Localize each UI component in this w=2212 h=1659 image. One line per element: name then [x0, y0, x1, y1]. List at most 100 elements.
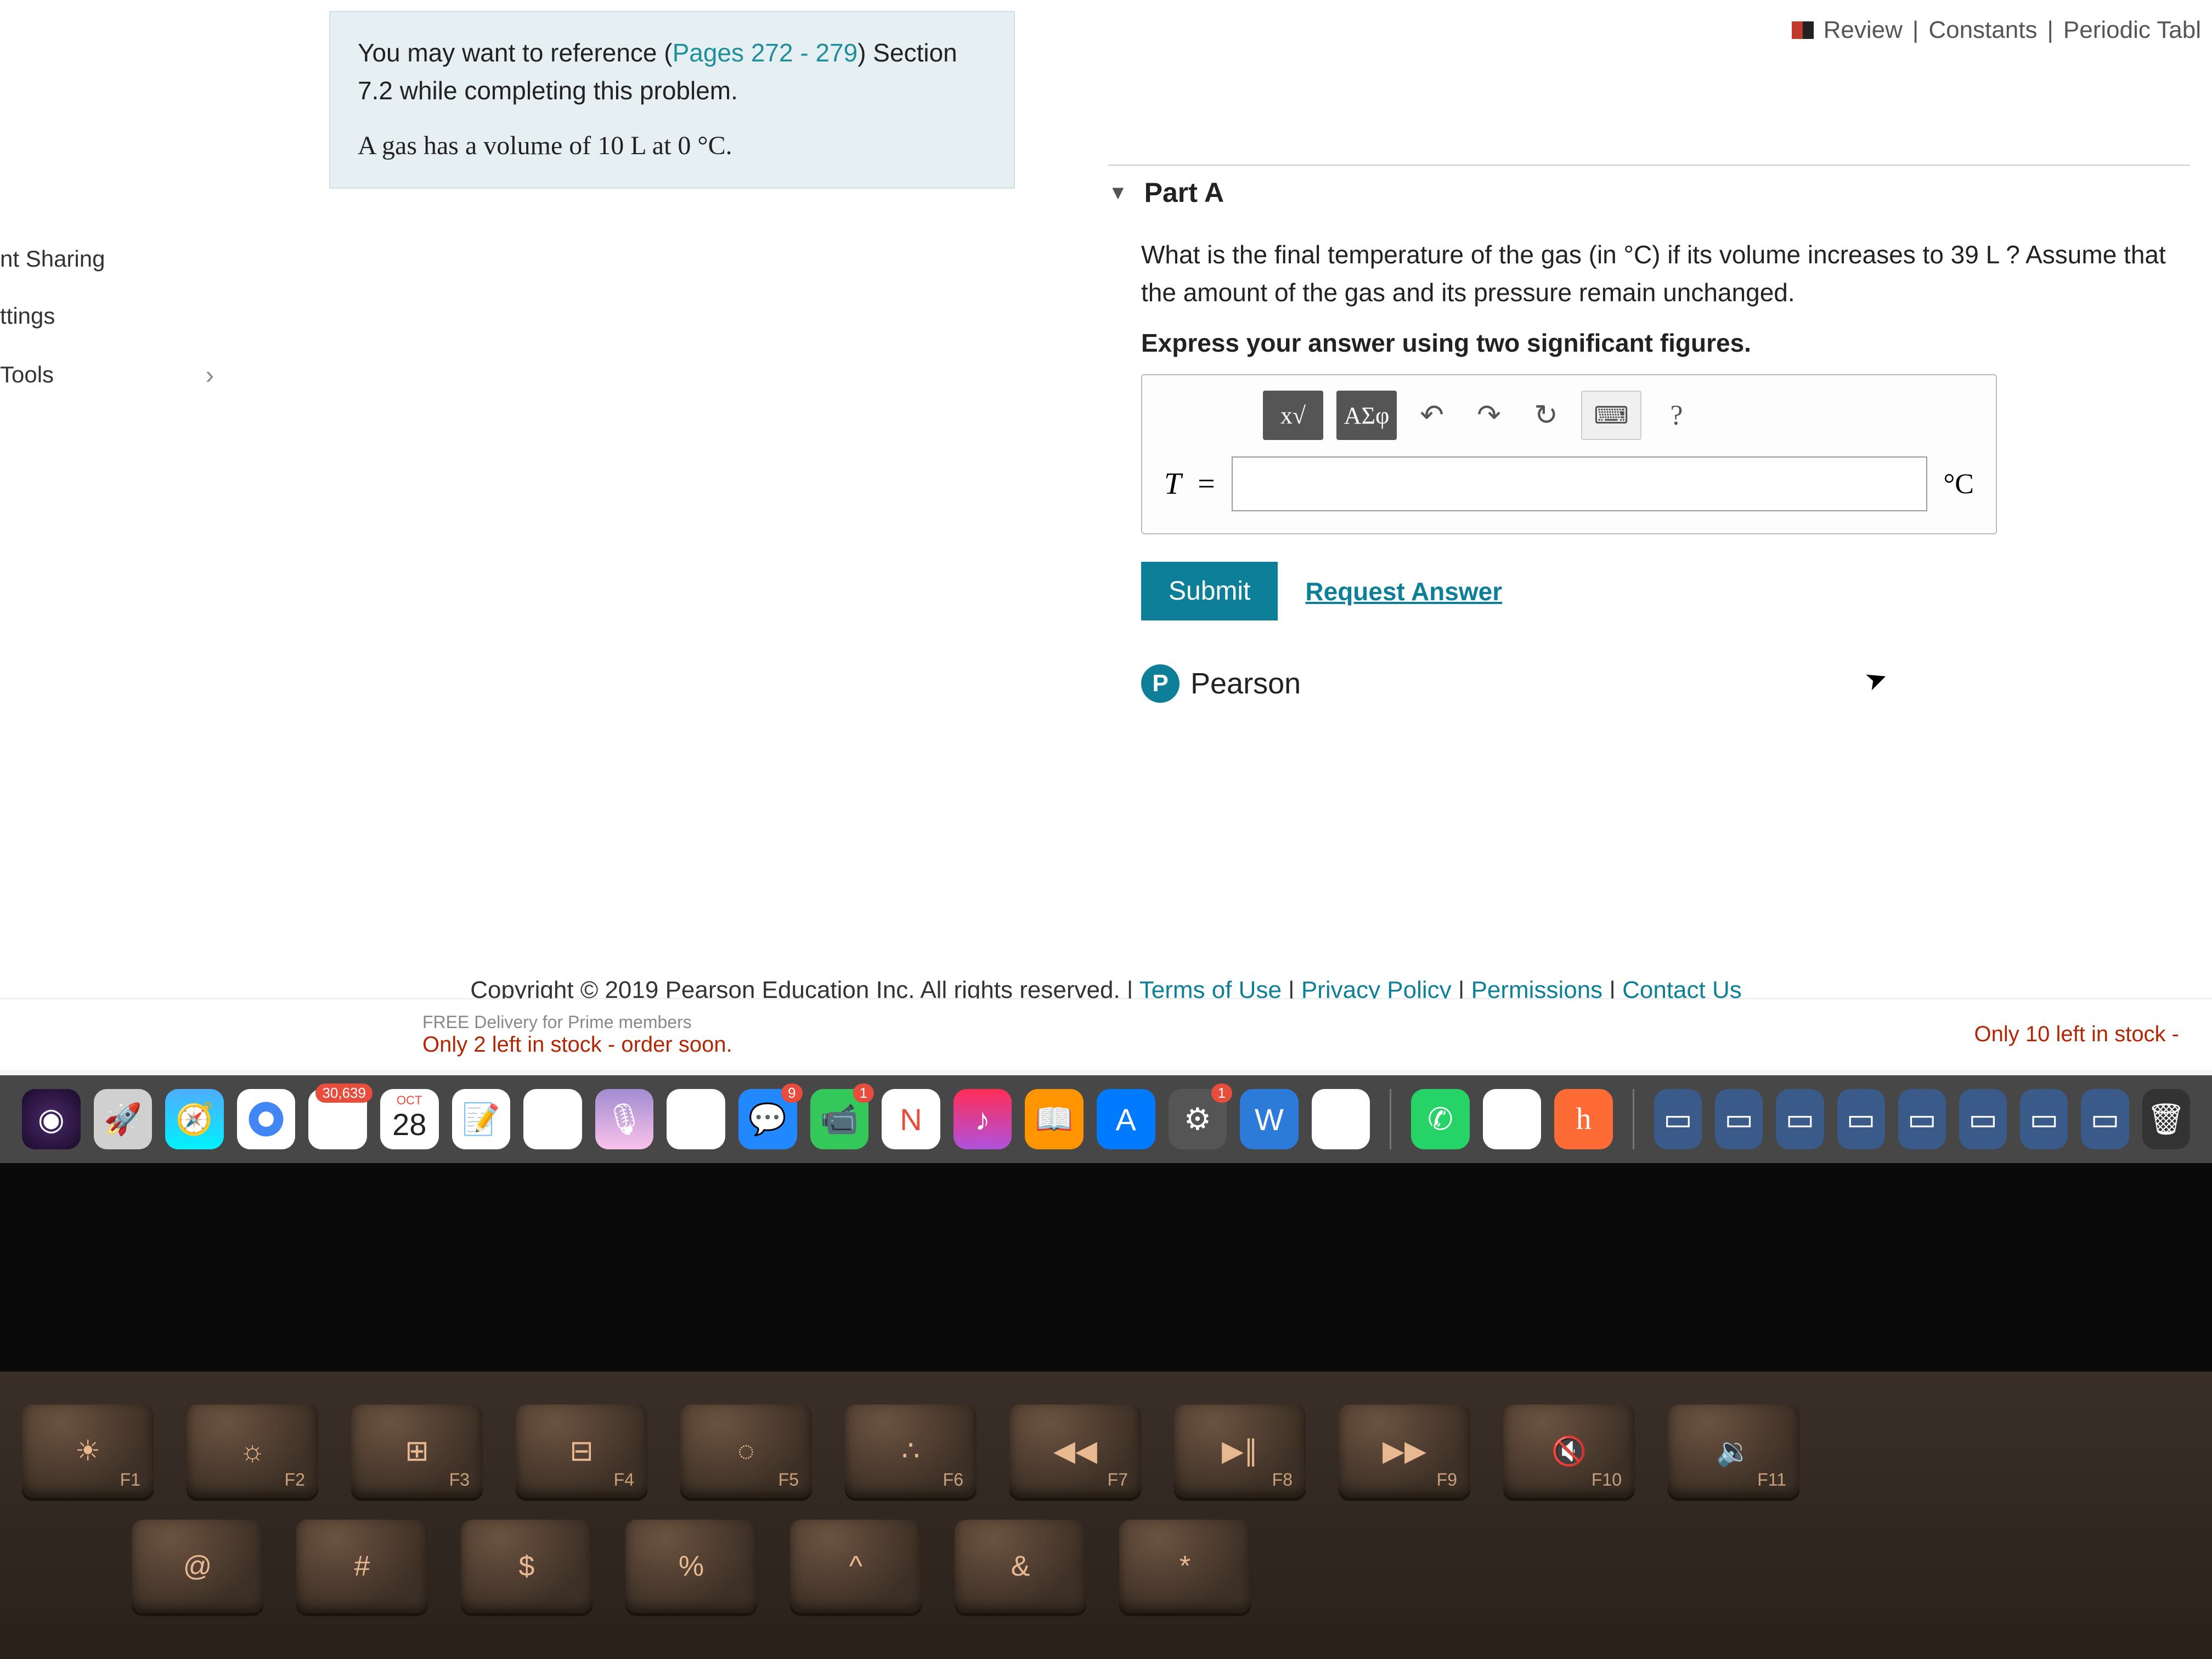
- sidebar-item-label: ttings: [0, 303, 55, 329]
- reminders-icon[interactable]: ☰: [523, 1089, 582, 1149]
- app-icon-2[interactable]: 🖥: [1483, 1089, 1542, 1149]
- key-f2[interactable]: ☼F2: [187, 1404, 318, 1498]
- problem-statement: A gas has a volume of 10 L at 0 °C.: [358, 126, 986, 166]
- hint-prefix: You may want to reference (: [358, 38, 673, 67]
- pearson-logo-icon: P: [1141, 664, 1180, 703]
- key-f11[interactable]: 🔉F11: [1668, 1404, 1799, 1498]
- prime-text: FREE Delivery for Prime members: [422, 1012, 732, 1032]
- part-header[interactable]: ▼ Part A: [1108, 165, 2190, 225]
- chevron-right-icon: ›: [206, 360, 214, 390]
- reference-hint-box: You may want to reference (Pages 272 - 2…: [329, 11, 1015, 189]
- key-star[interactable]: *: [1119, 1520, 1251, 1613]
- flag-icon[interactable]: [1792, 21, 1814, 39]
- podcasts-icon[interactable]: 🎙: [595, 1089, 654, 1149]
- constants-link[interactable]: Constants: [1928, 16, 2037, 44]
- settings-icon[interactable]: ⚙1: [1169, 1089, 1227, 1149]
- news-icon[interactable]: N: [882, 1089, 940, 1149]
- undo-button[interactable]: ↶: [1410, 391, 1454, 440]
- siri-icon[interactable]: ◉: [22, 1089, 81, 1149]
- key-f1[interactable]: ☀F1: [22, 1404, 154, 1498]
- notes-icon[interactable]: 📝: [452, 1089, 511, 1149]
- top-links: Review | Constants | Periodic Tabl: [1792, 16, 2201, 44]
- stock-text-1: Only 2 left in stock - order soon.: [422, 1032, 732, 1057]
- review-link[interactable]: Review: [1824, 16, 1903, 44]
- settings-badge: 1: [1211, 1084, 1232, 1103]
- minimized-window[interactable]: ▭: [1837, 1089, 1885, 1149]
- safari-icon[interactable]: 🧭: [165, 1089, 224, 1149]
- number-key-row: @ # $ % ^ & *: [22, 1520, 2190, 1613]
- question-text: What is the final temperature of the gas…: [1108, 225, 2190, 317]
- honey-icon[interactable]: h: [1554, 1089, 1613, 1149]
- launchpad-icon[interactable]: 🚀: [94, 1089, 153, 1149]
- key-f7[interactable]: ◀◀F7: [1009, 1404, 1141, 1498]
- minimized-window[interactable]: ▭: [1776, 1089, 1824, 1149]
- books-icon[interactable]: 📖: [1025, 1089, 1084, 1149]
- messages-icon[interactable]: 💬9: [738, 1089, 797, 1149]
- minimized-window[interactable]: ▭: [1715, 1089, 1763, 1149]
- key-dollar[interactable]: $: [461, 1520, 592, 1613]
- answer-input[interactable]: [1232, 456, 1927, 511]
- periodic-table-link[interactable]: Periodic Tabl: [2063, 16, 2201, 44]
- greek-symbols-button[interactable]: ΑΣφ: [1336, 391, 1397, 440]
- variable-label: T: [1164, 466, 1181, 501]
- trash-icon[interactable]: 🗑: [2142, 1089, 2190, 1149]
- content-area: You may want to reference (Pages 272 - 2…: [230, 0, 2212, 960]
- pearson-brand: P Pearson: [1141, 664, 2190, 703]
- part-a: ▼ Part A What is the final temperature o…: [1108, 165, 2190, 703]
- reset-button[interactable]: ↻: [1524, 391, 1568, 440]
- sidebar-item-tools[interactable]: Tools ›: [0, 345, 230, 405]
- redo-button[interactable]: ↷: [1467, 391, 1511, 440]
- key-f8[interactable]: ▶∥F8: [1174, 1404, 1306, 1498]
- key-f9[interactable]: ▶▶F9: [1339, 1404, 1470, 1498]
- facetime-badge: 1: [853, 1084, 874, 1103]
- key-f5[interactable]: ◌F5: [680, 1404, 812, 1498]
- collapse-triangle-icon[interactable]: ▼: [1108, 181, 1128, 204]
- key-at[interactable]: @: [132, 1520, 263, 1613]
- help-button[interactable]: ?: [1655, 391, 1699, 440]
- key-f6[interactable]: ∴F6: [845, 1404, 977, 1498]
- mail-icon[interactable]: ✉30,639: [308, 1089, 367, 1149]
- minimized-window[interactable]: ▭: [2081, 1089, 2129, 1149]
- equation-toolbar: x√ ΑΣφ ↶ ↷ ↻ ⌨ ?: [1263, 391, 1974, 440]
- templates-button[interactable]: x√: [1263, 391, 1323, 440]
- part-title: Part A: [1144, 177, 1224, 208]
- word-icon[interactable]: W: [1240, 1089, 1299, 1149]
- key-f3[interactable]: ⊞F3: [351, 1404, 483, 1498]
- laptop-keyboard: ☀F1 ☼F2 ⊞F3 ⊟F4 ◌F5 ∴F6 ◀◀F7 ▶∥F8 ▶▶F9 🔇…: [0, 1372, 2212, 1659]
- key-f10[interactable]: 🔇F10: [1503, 1404, 1635, 1498]
- function-key-row: ☀F1 ☼F2 ⊞F3 ⊟F4 ◌F5 ∴F6 ◀◀F7 ▶∥F8 ▶▶F9 🔇…: [22, 1404, 2190, 1498]
- macos-dock[interactable]: ◉ 🚀 🧭 ✉30,639 OCT 28 📝 ☰ 🎙 ❀ 💬9 📹1 N ♪ 📖…: [0, 1075, 2212, 1163]
- background-window-strip: FREE Delivery for Prime members Only 2 l…: [0, 998, 2212, 1070]
- calendar-icon[interactable]: OCT 28: [380, 1089, 439, 1149]
- keyboard-button[interactable]: ⌨: [1581, 391, 1641, 440]
- dock-separator: [1633, 1089, 1634, 1149]
- dock-separator: [1390, 1089, 1391, 1149]
- pearson-name: Pearson: [1190, 667, 1301, 701]
- answer-instructions: Express your answer using two significan…: [1108, 317, 2190, 374]
- chrome-icon[interactable]: [237, 1089, 296, 1149]
- appstore-icon[interactable]: A: [1097, 1089, 1155, 1149]
- key-percent[interactable]: %: [625, 1520, 757, 1613]
- music-icon[interactable]: ♪: [953, 1089, 1012, 1149]
- minimized-window[interactable]: ▭: [1654, 1089, 1702, 1149]
- request-answer-link[interactable]: Request Answer: [1305, 577, 1502, 606]
- key-hash[interactable]: #: [296, 1520, 428, 1613]
- stock-text-2: Only 10 left in stock -: [1974, 1022, 2179, 1047]
- equals-label: =: [1198, 466, 1215, 501]
- minimized-window[interactable]: ▭: [1898, 1089, 1946, 1149]
- key-f4[interactable]: ⊟F4: [516, 1404, 647, 1498]
- messages-badge: 9: [781, 1084, 802, 1103]
- pages-link[interactable]: Pages 272 - 279: [673, 38, 858, 67]
- whatsapp-icon[interactable]: ✆: [1411, 1089, 1470, 1149]
- minimized-window[interactable]: ▭: [2020, 1089, 2068, 1149]
- sidebar-item-sharing[interactable]: nt Sharing: [0, 230, 230, 287]
- minimized-window[interactable]: ▭: [1959, 1089, 2007, 1149]
- sidebar-item-settings[interactable]: ttings: [0, 287, 230, 345]
- app-icon[interactable]: ▤: [1312, 1089, 1370, 1149]
- facetime-icon[interactable]: 📹1: [810, 1089, 869, 1149]
- submit-button[interactable]: Submit: [1141, 562, 1278, 620]
- key-amp[interactable]: &: [955, 1520, 1086, 1613]
- photos-icon[interactable]: ❀: [667, 1089, 725, 1149]
- laptop-bezel: [0, 1163, 2212, 1372]
- key-caret[interactable]: ^: [790, 1520, 922, 1613]
